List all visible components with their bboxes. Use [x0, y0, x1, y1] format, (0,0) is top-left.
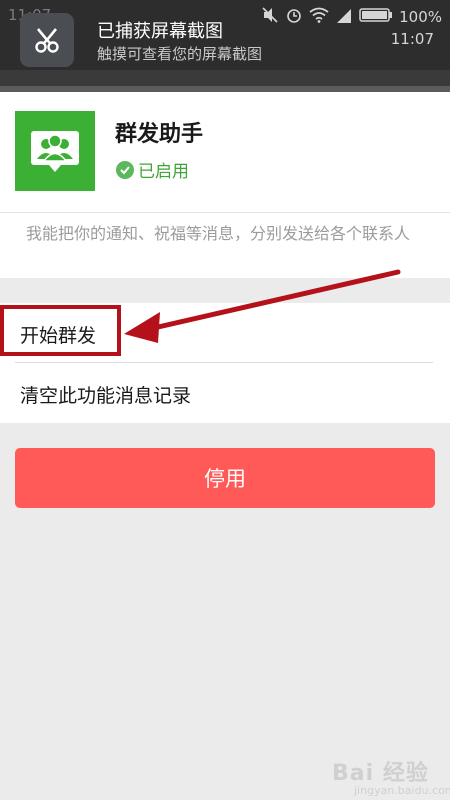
group-chat-icon	[15, 111, 95, 191]
status-bar: 100% 11:07	[261, 6, 442, 48]
stop-button[interactable]: 停用	[15, 448, 435, 508]
alarm-icon	[285, 6, 303, 28]
wifi-icon	[309, 7, 329, 27]
battery-icon	[359, 7, 393, 27]
app-header	[0, 70, 450, 86]
notification-title: 已捕获屏幕截图	[97, 21, 223, 42]
screenshot-icon	[20, 13, 74, 67]
notification-time: 11:07	[390, 30, 434, 48]
notification-subtitle: 触摸可查看您的屏幕截图	[97, 45, 263, 63]
plugin-description: 我能把你的通知、祝福等消息，分别发送给各个联系人	[26, 224, 411, 243]
enabled-status-label: 已启用	[138, 162, 189, 182]
screenshot-notification[interactable]: 11:07 已捕获屏幕截图 触摸可查看您的屏幕截图 100% 11:07	[0, 0, 450, 70]
clear-records-label: 清空此功能消息记录	[20, 385, 192, 407]
battery-percent: 100%	[399, 8, 442, 26]
highlight-box	[0, 305, 121, 356]
signal-icon	[335, 7, 353, 27]
watermark: Bai 经验	[332, 761, 429, 786]
mute-icon	[261, 6, 279, 28]
plugin-name: 群发助手	[115, 122, 204, 147]
enabled-status: 已启用	[116, 157, 189, 182]
watermark-url: jingyan.baidu.com	[354, 784, 450, 797]
check-icon	[116, 160, 134, 179]
